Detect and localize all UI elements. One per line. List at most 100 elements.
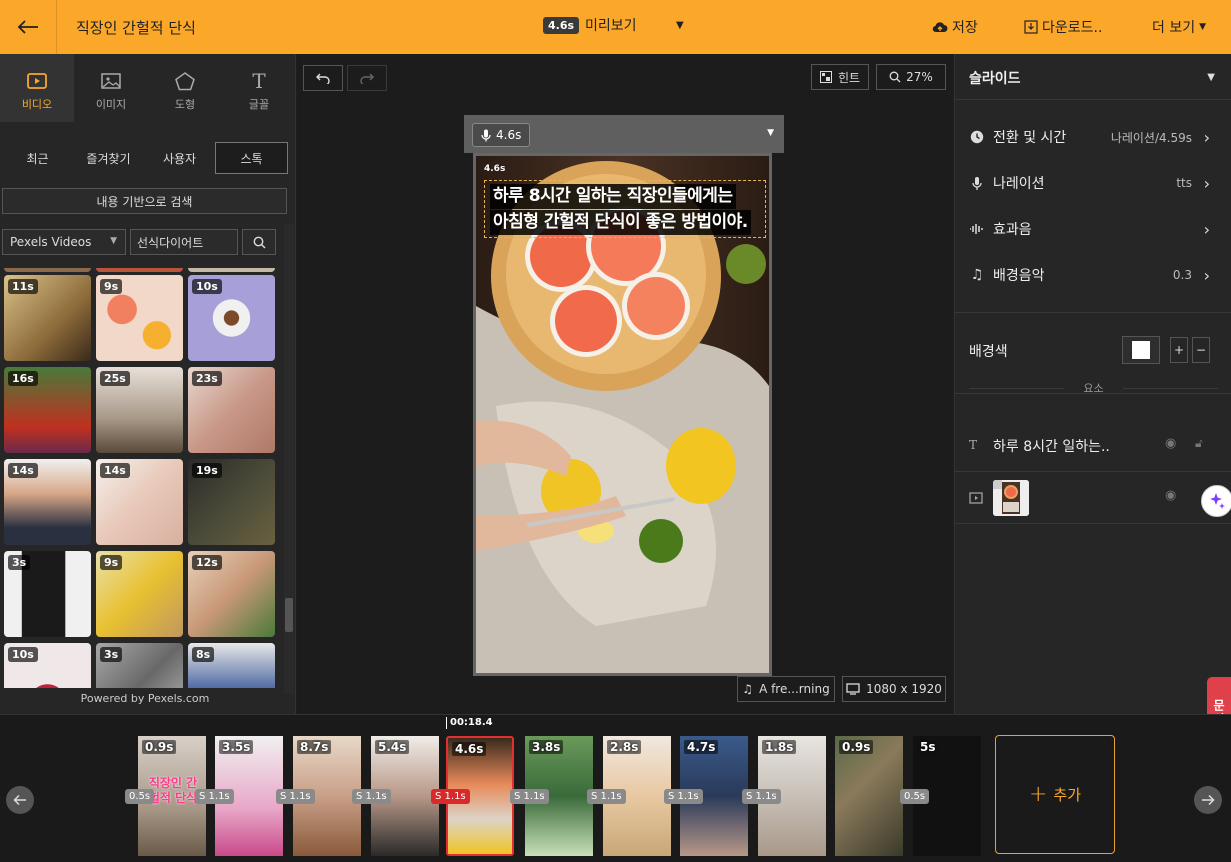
project-title[interactable]: 직장인 간헐적 단식 bbox=[76, 17, 196, 38]
video-thumbnail[interactable]: 25s bbox=[96, 367, 183, 453]
timeline-prev-button[interactable] bbox=[6, 786, 34, 814]
chevron-down-icon[interactable]: ▼ bbox=[767, 128, 774, 138]
source-select[interactable]: Pexels Videos ▼ bbox=[2, 229, 126, 255]
duration-badge: 23s bbox=[192, 371, 222, 386]
resolution-chip[interactable]: 1080 x 1920 bbox=[842, 676, 946, 702]
preview-dropdown-icon[interactable]: ▼ bbox=[676, 20, 684, 31]
video-thumbnail[interactable]: 16s bbox=[4, 367, 91, 453]
tab-image-label: 이미지 bbox=[95, 98, 127, 111]
video-thumbnail[interactable] bbox=[188, 268, 275, 272]
transition-badge[interactable]: S 1.1s bbox=[742, 789, 781, 804]
row-sound-effect[interactable]: 효과음 › bbox=[955, 206, 1231, 252]
video-thumbnail[interactable]: 3s bbox=[4, 551, 91, 637]
narration-bar[interactable]: 4.6s ▼ bbox=[464, 115, 784, 153]
ai-assistant-button[interactable] bbox=[1201, 485, 1231, 517]
row-label: 배경음악 bbox=[993, 268, 1045, 284]
element-row-video[interactable]: ◉ bbox=[955, 472, 1231, 524]
duration-badge: 12s bbox=[192, 555, 222, 570]
subtab-stock[interactable]: 스톡 bbox=[215, 142, 288, 174]
video-thumbnail[interactable]: 14s bbox=[96, 459, 183, 545]
video-thumbnail[interactable]: 9s bbox=[96, 275, 183, 361]
bg-color-swatch[interactable] bbox=[1122, 336, 1160, 364]
video-thumbnail[interactable] bbox=[96, 268, 183, 272]
panel-title[interactable]: 슬라이드 bbox=[969, 68, 1021, 88]
playhead[interactable] bbox=[446, 717, 447, 729]
tab-image[interactable]: 이미지 bbox=[74, 54, 148, 122]
bg-add-button[interactable]: + bbox=[1170, 337, 1188, 363]
video-thumbnail[interactable]: 14s bbox=[4, 459, 91, 545]
chevron-right-icon: › bbox=[1203, 127, 1210, 147]
chevron-down-icon[interactable]: ▼ bbox=[1207, 72, 1215, 83]
tab-shape[interactable]: 도형 bbox=[148, 54, 222, 122]
element-row-text[interactable]: T 하루 8시간 일하는.. ◉ 🔓︎ bbox=[955, 420, 1231, 472]
subtab-favorites[interactable]: 즐겨찾기 bbox=[73, 142, 144, 174]
video-thumbnail[interactable]: 12s bbox=[188, 551, 275, 637]
transition-badge[interactable]: S 1.1s bbox=[352, 789, 391, 804]
subtab-recent[interactable]: 최근 bbox=[2, 142, 73, 174]
music-icon: ♫ bbox=[970, 267, 984, 283]
video-thumbnail[interactable]: 10s bbox=[4, 643, 91, 688]
redo-button[interactable] bbox=[347, 65, 387, 91]
clip-duration: 4.6s bbox=[452, 742, 487, 756]
save-button[interactable]: 저장 bbox=[932, 17, 978, 37]
transition-badge[interactable]: S 1.1s bbox=[195, 789, 234, 804]
zoom-button[interactable]: 27% bbox=[876, 64, 946, 90]
video-thumbnail[interactable]: 9s bbox=[96, 551, 183, 637]
hint-button[interactable]: 힌트 bbox=[811, 64, 869, 90]
back-button[interactable] bbox=[10, 12, 46, 42]
transition-badge-active[interactable]: S 1.1s bbox=[431, 789, 470, 804]
bg-remove-button[interactable]: − bbox=[1192, 337, 1210, 363]
row-background-music[interactable]: ♫ 배경음악 0.3 › bbox=[955, 252, 1231, 298]
undo-button[interactable] bbox=[303, 65, 343, 91]
search-input[interactable] bbox=[130, 229, 238, 255]
download-button[interactable]: 다운로드.. bbox=[1024, 17, 1102, 37]
row-label: 나레이션 bbox=[993, 176, 1045, 192]
caption-text-box[interactable]: 하루 8시간 일하는 직장인들에게는 아침형 간헐적 단식이 좋은 방법이야. bbox=[484, 180, 766, 238]
video-thumbnail[interactable]: 10s bbox=[188, 275, 275, 361]
mic-icon bbox=[481, 129, 491, 141]
preview-button[interactable]: 4.6s 미리보기 bbox=[543, 15, 637, 35]
transition-badge[interactable]: S 1.1s bbox=[276, 789, 315, 804]
video-icon bbox=[27, 73, 47, 89]
transition-badge[interactable]: S 1.1s bbox=[510, 789, 549, 804]
eye-icon[interactable]: ◉ bbox=[1165, 488, 1176, 503]
row-transition-time[interactable]: 전환 및 시간 나레이션/4.59s › bbox=[955, 114, 1231, 160]
image-icon bbox=[101, 73, 121, 89]
transition-badge[interactable]: 0.5s bbox=[900, 789, 930, 804]
scrollbar-thumb[interactable] bbox=[285, 598, 293, 632]
video-thumbnail[interactable]: 8s bbox=[188, 643, 275, 688]
soundwave-icon bbox=[970, 224, 983, 234]
add-clip-button[interactable]: + 추가 bbox=[995, 735, 1115, 854]
lock-icon[interactable]: 🔓︎ bbox=[1195, 436, 1203, 451]
more-button[interactable]: 더 보기 ▼ bbox=[1152, 17, 1206, 37]
video-thumbnail[interactable]: 3s bbox=[96, 643, 183, 688]
row-narration[interactable]: 나레이션 tts › bbox=[955, 160, 1231, 206]
transition-badge[interactable]: 0.5s bbox=[125, 789, 155, 804]
video-thumbnail[interactable] bbox=[4, 268, 91, 272]
video-thumbnail[interactable]: 11s bbox=[4, 275, 91, 361]
content-search-button[interactable]: 내용 기반으로 검색 bbox=[2, 188, 287, 214]
timeline-next-button[interactable] bbox=[1194, 786, 1222, 814]
hint-label: 힌트 bbox=[837, 70, 861, 85]
eye-icon[interactable]: ◉ bbox=[1165, 436, 1176, 451]
grid-scrollbar[interactable] bbox=[284, 224, 294, 694]
transition-badge[interactable]: S 1.1s bbox=[664, 789, 703, 804]
background-music-chip[interactable]: ♫ A fre...rning bbox=[737, 676, 835, 702]
narration-chip[interactable]: 4.6s bbox=[472, 123, 531, 147]
search-button[interactable] bbox=[242, 229, 276, 255]
clip-duration: 5s bbox=[920, 740, 936, 754]
transition-badge[interactable]: S 1.1s bbox=[587, 789, 626, 804]
timeline-clip[interactable]: 0.9s bbox=[835, 736, 903, 856]
tab-video[interactable]: 비디오 bbox=[0, 54, 74, 122]
slide-canvas[interactable]: 4.6s 하루 8시간 일하는 직장인들에게는 아침형 간헐적 단식이 좋은 방… bbox=[473, 153, 772, 676]
row-label: 전환 및 시간 bbox=[993, 130, 1067, 146]
clip-duration: 2.8s bbox=[607, 740, 642, 754]
video-thumbnail[interactable]: 23s bbox=[188, 367, 275, 453]
subtab-user[interactable]: 사용자 bbox=[144, 142, 215, 174]
tab-font[interactable]: T 글꼴 bbox=[222, 54, 296, 122]
clip-duration: 4.7s bbox=[684, 740, 719, 754]
pexels-attribution[interactable]: Powered by Pexels.com bbox=[0, 692, 290, 705]
duration-badge: 10s bbox=[192, 279, 222, 294]
element-label: 하루 8시간 일하는.. bbox=[993, 439, 1110, 455]
video-thumbnail[interactable]: 19s bbox=[188, 459, 275, 545]
